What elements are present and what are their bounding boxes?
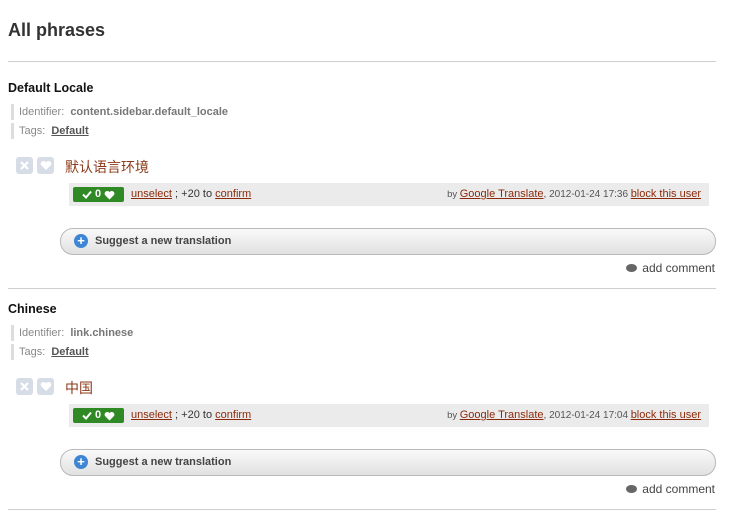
translator-link[interactable]: Google Translate	[460, 409, 544, 421]
add-comment-link[interactable]: add comment	[626, 261, 715, 275]
vote-actions: unselect ; +20 to confirm	[131, 404, 251, 427]
identifier-row: Identifier: link.chinese	[11, 325, 133, 341]
unselect-link[interactable]: unselect	[131, 188, 172, 200]
timestamp: , 2012-01-24 17:36	[543, 189, 629, 200]
divider	[8, 509, 716, 510]
heart-icon	[40, 381, 51, 391]
heart-icon	[104, 411, 115, 420]
suggest-label: Suggest a new translation	[95, 235, 232, 247]
heart-icon	[104, 190, 115, 199]
phrase-title: Chinese	[8, 302, 57, 316]
translation-text: 默认语言环境	[65, 159, 149, 175]
add-comment-link[interactable]: add comment	[626, 482, 715, 496]
suggest-translation-button[interactable]: + Suggest a new translation	[60, 228, 716, 255]
identifier-label: Identifier:	[19, 327, 65, 339]
tags-row: Tags: Default	[11, 123, 89, 139]
by-label: by	[447, 189, 458, 200]
to-label: to	[202, 409, 213, 421]
block-user-link[interactable]: block this user	[631, 188, 701, 200]
comment-icon	[626, 264, 638, 272]
translation-text: 中国	[65, 380, 93, 396]
to-label: to	[202, 188, 213, 200]
identifier-label: Identifier:	[19, 106, 65, 118]
phrase-card: Chinese Identifier: link.chinese Tags: D…	[0, 302, 738, 522]
tag-link[interactable]: Default	[51, 125, 88, 137]
page-title: All phrases	[8, 20, 106, 40]
separator: ;	[175, 188, 179, 200]
add-comment-label: add comment	[642, 482, 715, 496]
vote-actions: unselect ; +20 to confirm	[131, 183, 251, 206]
divider	[8, 288, 716, 289]
votes-needed: +20	[181, 188, 200, 200]
identifier-value: content.sidebar.default_locale	[70, 106, 229, 118]
translator-link[interactable]: Google Translate	[460, 188, 544, 200]
plus-icon: +	[74, 455, 88, 469]
vote-count: 0	[94, 188, 102, 200]
check-icon	[82, 411, 92, 420]
plus-icon: +	[74, 234, 88, 248]
comment-icon	[626, 485, 638, 493]
add-comment-label: add comment	[642, 261, 715, 275]
timestamp: , 2012-01-24 17:04	[543, 410, 629, 421]
block-user-link[interactable]: block this user	[631, 409, 701, 421]
suggest-translation-button[interactable]: + Suggest a new translation	[60, 449, 716, 476]
confirm-link[interactable]: confirm	[215, 409, 251, 421]
vote-badge[interactable]: 0	[73, 187, 124, 202]
heart-icon	[40, 160, 51, 170]
votes-needed: +20	[181, 409, 200, 421]
favorite-button[interactable]	[37, 157, 54, 174]
phrase-title: Default Locale	[8, 81, 94, 95]
tags-label: Tags:	[19, 346, 46, 358]
close-icon	[20, 382, 29, 391]
phrase-card: Default Locale Identifier: content.sideb…	[0, 81, 738, 301]
identifier-row: Identifier: content.sidebar.default_loca…	[11, 104, 228, 120]
reject-button[interactable]	[16, 378, 33, 395]
close-icon	[20, 161, 29, 170]
reject-button[interactable]	[16, 157, 33, 174]
favorite-button[interactable]	[37, 378, 54, 395]
vote-count: 0	[94, 409, 102, 421]
suggest-label: Suggest a new translation	[95, 456, 232, 468]
attribution: by Google Translate, 2012-01-24 17:04 bl…	[447, 404, 701, 427]
check-icon	[82, 190, 92, 199]
confirm-link[interactable]: confirm	[215, 188, 251, 200]
unselect-link[interactable]: unselect	[131, 409, 172, 421]
divider	[8, 61, 716, 62]
tag-link[interactable]: Default	[51, 346, 88, 358]
tags-label: Tags:	[19, 125, 46, 137]
vote-badge[interactable]: 0	[73, 408, 124, 423]
separator: ;	[175, 409, 179, 421]
translation-vote-bar: 0 unselect ; +20 to confirm by Google Tr…	[69, 404, 709, 427]
translation-vote-bar: 0 unselect ; +20 to confirm by Google Tr…	[69, 183, 709, 206]
attribution: by Google Translate, 2012-01-24 17:36 bl…	[447, 183, 701, 206]
tags-row: Tags: Default	[11, 344, 89, 360]
identifier-value: link.chinese	[70, 327, 134, 339]
by-label: by	[447, 410, 458, 421]
